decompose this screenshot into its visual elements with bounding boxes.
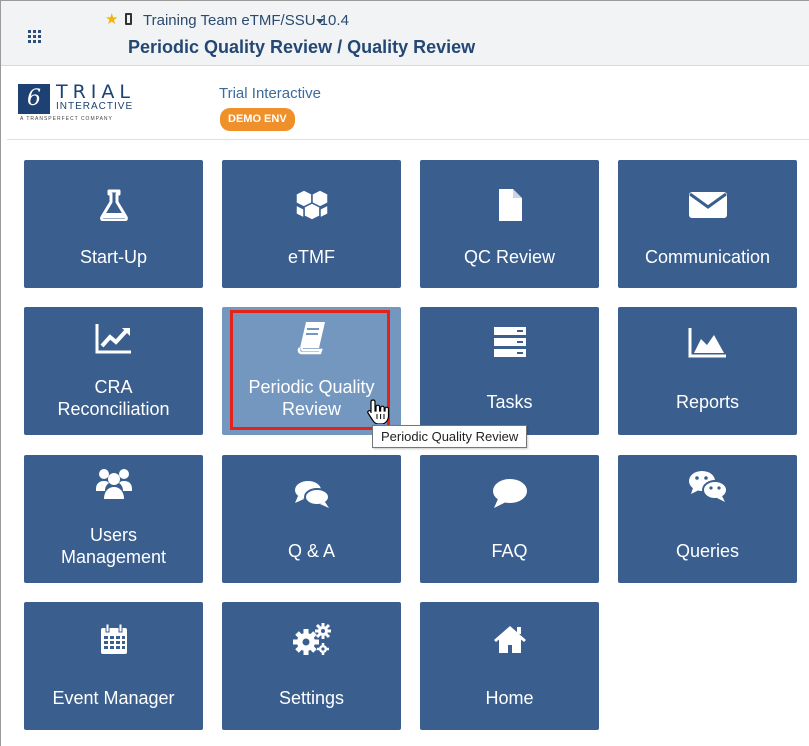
tile-label: QC Review bbox=[463, 247, 556, 267]
gears-icon bbox=[222, 622, 401, 656]
users-icon bbox=[24, 467, 203, 501]
environment-badge: DEMO ENV bbox=[220, 108, 295, 131]
tile-communication[interactable]: Communication bbox=[618, 160, 797, 288]
wechat-icon bbox=[618, 469, 797, 503]
book-icon bbox=[222, 321, 401, 355]
logo-interactive-text: INTERACTIVE bbox=[56, 101, 134, 112]
tile-label: Q & A bbox=[287, 541, 336, 561]
top-header: ★ Training Team eTMF/SSU 10.4 Periodic Q… bbox=[1, 1, 809, 66]
page-title: Periodic Quality Review / Quality Review bbox=[128, 37, 476, 57]
tooltip: Periodic Quality Review bbox=[372, 425, 528, 448]
tile-cra-reconciliation[interactable]: CRA Reconciliation bbox=[24, 307, 203, 435]
star-icon[interactable]: ★ bbox=[105, 11, 118, 29]
phone-icon bbox=[125, 13, 132, 25]
tile-faq[interactable]: FAQ bbox=[420, 455, 599, 583]
trial-interactive-logo: 6 TRIAL INTERACTIVE A TRANSPERFECT COMPA… bbox=[18, 82, 178, 126]
area-chart-icon bbox=[618, 325, 797, 359]
tile-event-manager[interactable]: Event Manager bbox=[24, 602, 203, 730]
tile-label: eTMF bbox=[288, 247, 335, 267]
calendar-icon bbox=[24, 622, 203, 656]
caret-down-icon[interactable] bbox=[316, 19, 324, 24]
comment-icon bbox=[420, 477, 599, 511]
tile-tasks[interactable]: Tasks bbox=[420, 307, 599, 435]
grid-icon[interactable] bbox=[28, 30, 41, 43]
tile-qc-review[interactable]: QC Review bbox=[420, 160, 599, 288]
hand-cursor-icon bbox=[367, 399, 389, 424]
tile-q-and-a[interactable]: Q & A bbox=[222, 455, 401, 583]
flask-icon bbox=[24, 188, 203, 222]
tile-start-up[interactable]: Start-Up bbox=[24, 160, 203, 288]
logo-company-text: A TRANSPERFECT COMPANY bbox=[20, 116, 113, 122]
tile-label: CRA Reconciliation bbox=[57, 377, 170, 419]
tile-label: Communication bbox=[644, 247, 771, 267]
server-icon bbox=[420, 325, 599, 359]
tile-label: Home bbox=[485, 688, 534, 708]
tile-etmf[interactable]: eTMF bbox=[222, 160, 401, 288]
logo-mark: 6 bbox=[18, 84, 50, 114]
tile-queries[interactable]: Queries bbox=[618, 455, 797, 583]
tile-label: Queries bbox=[675, 541, 740, 561]
tile-users-management[interactable]: Users Management bbox=[24, 455, 203, 583]
line-chart-icon bbox=[24, 321, 203, 355]
tile-label: FAQ bbox=[491, 541, 528, 561]
tile-label: Reports bbox=[675, 392, 740, 412]
comments-icon bbox=[222, 477, 401, 511]
tile-reports[interactable]: Reports bbox=[618, 307, 797, 435]
tile-label: Tasks bbox=[486, 392, 533, 412]
tile-label: Settings bbox=[278, 688, 345, 708]
tile-label: Event Manager bbox=[52, 688, 175, 708]
envelope-icon bbox=[618, 188, 797, 222]
tile-home[interactable]: Home bbox=[420, 602, 599, 730]
file-icon bbox=[420, 188, 599, 222]
tile-settings[interactable]: Settings bbox=[222, 602, 401, 730]
cubes-icon bbox=[222, 188, 401, 222]
logo-trial-text: TRIAL bbox=[56, 81, 135, 103]
tile-label: Users Management bbox=[60, 525, 167, 567]
home-icon bbox=[420, 622, 599, 656]
organization-name: Trial Interactive bbox=[219, 85, 321, 102]
tile-label: Start-Up bbox=[79, 247, 148, 267]
header-divider bbox=[7, 139, 809, 140]
